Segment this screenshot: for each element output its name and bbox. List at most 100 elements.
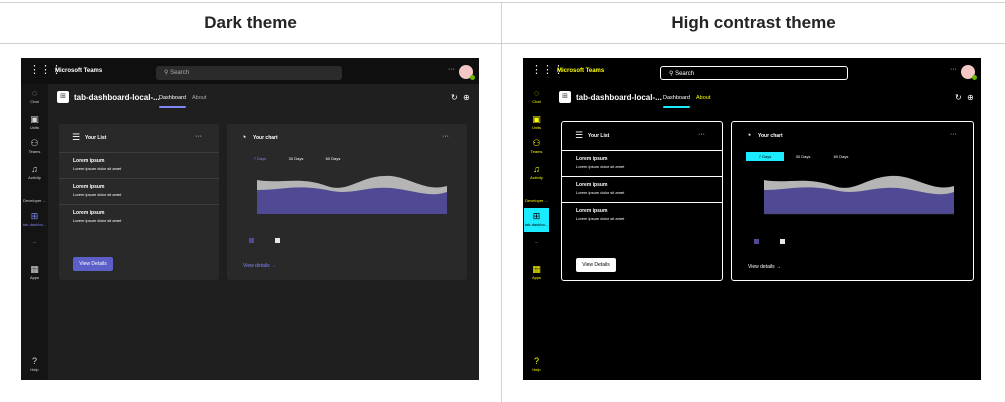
- table-header-row: Dark theme High contrast theme: [0, 2, 1005, 44]
- rail-item-help[interactable]: ? Help: [523, 356, 550, 372]
- range-chip-7-days[interactable]: 7 Days: [249, 154, 271, 163]
- list-icon: ☰: [575, 130, 584, 140]
- list-card-header: ☰ Your List ···: [59, 124, 219, 152]
- rail-item-chat[interactable]: ◌ Chat: [523, 88, 550, 104]
- rail-item-teams[interactable]: ⚇ Teams: [523, 138, 550, 154]
- list-item[interactable]: Lorem ipsum Lorem ipsum dolor sit amet: [59, 178, 219, 204]
- chart-icon: ◔: [746, 130, 752, 140]
- apps-tile-icon: ⊞: [532, 211, 541, 221]
- rail-item-activity[interactable]: ♫ Activity: [523, 164, 550, 180]
- teams-icon: ⚇: [30, 138, 39, 148]
- rail-item-apps[interactable]: ▦ Apps: [523, 264, 550, 280]
- dark-theme-screenshot: ⋮⋮⋮ Microsoft Teams ⚲ Search ··· ◌ Chat ▣…: [21, 58, 479, 380]
- app-name: Microsoft Teams: [55, 68, 103, 74]
- list-item[interactable]: Lorem ipsum Lorem ipsum dolor sit amet: [562, 202, 722, 228]
- list-card-title: Your List: [588, 133, 610, 139]
- tab-dashboard[interactable]: Dashboard: [159, 95, 186, 101]
- app-rail: ◌ Chat ▣ Units ⚇ Teams ♫ Activity Developer …: [523, 84, 550, 380]
- main-content: ⊞ tab-dashboard-local-... Dashboard Abou…: [48, 84, 479, 380]
- range-chip-60-days[interactable]: 60 Days: [828, 152, 854, 161]
- range-chip-7-days[interactable]: 7 Days: [746, 152, 784, 161]
- search-placeholder: Search: [170, 70, 190, 76]
- presence-status-icon: [470, 75, 475, 80]
- list-item[interactable]: Lorem ipsum Lorem ipsum dolor sit amet: [59, 204, 219, 230]
- list-card-title: Your List: [85, 135, 107, 141]
- column-heading-dark: Dark theme: [204, 13, 297, 32]
- view-details-link[interactable]: View details →: [243, 263, 276, 269]
- refresh-icon[interactable]: ↻: [451, 93, 458, 102]
- list-card: ☰ Your List ··· Lorem ipsum Lorem ipsum …: [561, 121, 723, 281]
- rail-item-activity[interactable]: ♫ Activity: [21, 164, 48, 180]
- chart-card-more-icon[interactable]: ···: [950, 131, 957, 138]
- apps-tile-icon: ⊞: [30, 211, 39, 221]
- rail-item-more[interactable]: ···: [523, 240, 550, 245]
- view-details-link[interactable]: View details →: [748, 264, 781, 270]
- more-options-icon[interactable]: ···: [950, 66, 957, 73]
- apps-icon: ▦: [532, 264, 541, 274]
- list-card-more-icon[interactable]: ···: [698, 131, 705, 138]
- refresh-icon[interactable]: ↻: [955, 93, 962, 102]
- rail-item-units[interactable]: ▣ Units: [21, 114, 48, 130]
- help-icon: ?: [31, 356, 37, 366]
- list-card: ☰ Your List ··· Lorem ipsum Lorem ipsum …: [59, 124, 219, 280]
- more-options-icon[interactable]: ···: [448, 66, 455, 73]
- comparison-table: Dark theme High contrast theme ⋮⋮⋮ Micro…: [0, 0, 1005, 402]
- bell-icon: ♫: [31, 164, 38, 174]
- apps-icon: ▦: [30, 264, 39, 274]
- units-icon: ▣: [532, 114, 541, 124]
- units-icon: ▣: [30, 114, 39, 124]
- rail-item-chat[interactable]: ◌ Chat: [21, 88, 48, 104]
- chart-icon: ◔: [241, 132, 247, 142]
- column-heading-high-contrast: High contrast theme: [671, 13, 836, 32]
- app-rail: ◌ Chat ▣ Units ⚇ Teams ♫ Activity Developer …: [21, 84, 48, 380]
- presence-status-icon: [972, 75, 977, 80]
- list-card-more-icon[interactable]: ···: [195, 133, 202, 140]
- tab-about[interactable]: About: [696, 95, 710, 101]
- chart-card-title: Your chart: [253, 135, 278, 141]
- tab-about[interactable]: About: [192, 95, 206, 101]
- view-details-button[interactable]: View Details: [576, 258, 616, 272]
- chart-card-more-icon[interactable]: ···: [442, 133, 449, 140]
- rail-item-tab-dashboard[interactable]: ⊞ tab-dashbo...: [523, 211, 550, 227]
- app-title: tab-dashboard-local-...: [74, 93, 160, 102]
- rail-item-developer[interactable]: Developer ...: [523, 198, 550, 203]
- search-input[interactable]: ⚲ Search: [156, 66, 342, 80]
- list-card-header: ☰ Your List ···: [562, 122, 722, 150]
- globe-icon[interactable]: ⊕: [463, 93, 470, 102]
- help-icon: ?: [533, 356, 539, 366]
- view-details-button[interactable]: View Details: [73, 257, 113, 271]
- teams-icon: ⚇: [532, 138, 541, 148]
- range-chip-30-days[interactable]: 30 Days: [790, 152, 816, 161]
- chart-card: ◔ Your chart ··· 7 Days 30 Days 60 Days …: [731, 121, 974, 281]
- chart-card-title: Your chart: [758, 133, 783, 139]
- legend-swatch-secondary: [780, 239, 785, 244]
- column-divider: [501, 2, 502, 402]
- tab-dashboard[interactable]: Dashboard: [663, 95, 690, 101]
- app-name: Microsoft Teams: [557, 68, 605, 74]
- bell-icon: ♫: [533, 164, 540, 174]
- range-chip-30-days[interactable]: 30 Days: [285, 154, 307, 163]
- rail-item-developer[interactable]: Developer ...: [21, 198, 48, 203]
- list-item[interactable]: Lorem ipsum Lorem ipsum dolor sit amet: [562, 150, 722, 176]
- teams-title-bar: ⋮⋮⋮ Microsoft Teams ⚲ Search ···: [21, 58, 479, 84]
- chat-icon: ◌: [533, 88, 540, 98]
- high-contrast-theme-screenshot: ⋮⋮⋮ Microsoft Teams ⚲ Search ··· ◌ Chat ▣…: [523, 58, 981, 380]
- rail-item-more[interactable]: ···: [21, 240, 48, 245]
- area-chart: [764, 175, 954, 215]
- tab-header: ⊞ tab-dashboard-local-... Dashboard Abou…: [550, 84, 981, 112]
- rail-item-teams[interactable]: ⚇ Teams: [21, 138, 48, 154]
- rail-item-units[interactable]: ▣ Units: [523, 114, 550, 130]
- list-item[interactable]: Lorem ipsum Lorem ipsum dolor sit amet: [59, 152, 219, 178]
- range-chip-60-days[interactable]: 60 Days: [322, 154, 344, 163]
- active-tab-indicator: [159, 106, 186, 108]
- list-item[interactable]: Lorem ipsum Lorem ipsum dolor sit amet: [562, 176, 722, 202]
- rail-item-help[interactable]: ? Help: [21, 356, 48, 372]
- chart-card-header: ◔ Your chart ···: [732, 122, 973, 150]
- globe-icon[interactable]: ⊕: [967, 93, 974, 102]
- active-tab-indicator: [663, 106, 690, 108]
- rail-item-apps[interactable]: ▦ Apps: [21, 264, 48, 280]
- rail-item-tab-dashboard[interactable]: ⊞ tab-dashbo...: [21, 211, 48, 227]
- tab-header: ⊞ tab-dashboard-local-... Dashboard Abou…: [48, 84, 479, 112]
- search-input[interactable]: ⚲ Search: [660, 66, 848, 80]
- main-content: ⊞ tab-dashboard-local-... Dashboard Abou…: [550, 84, 981, 380]
